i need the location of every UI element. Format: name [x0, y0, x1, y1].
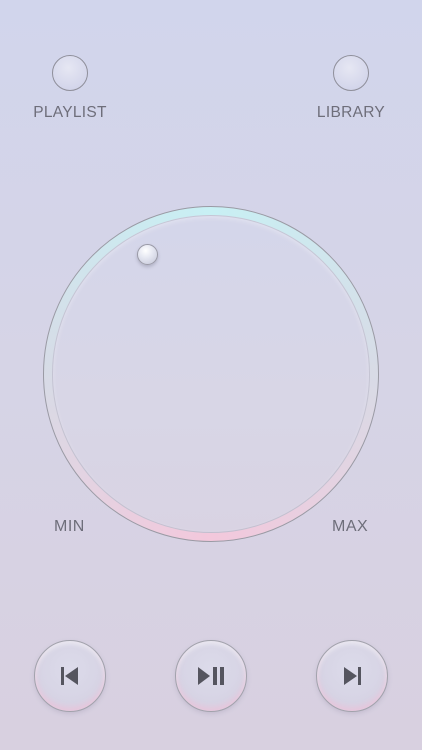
play-pause-button[interactable] — [175, 640, 247, 712]
dial-min-label: MIN — [54, 518, 85, 535]
skip-next-icon — [344, 667, 361, 685]
library-button[interactable] — [333, 55, 369, 91]
playlist-label: PLAYLIST — [33, 104, 107, 121]
dial-indicator-handle[interactable] — [137, 244, 158, 265]
dial-face — [52, 215, 370, 533]
volume-dial[interactable] — [43, 206, 379, 542]
skip-previous-icon — [61, 667, 78, 685]
library-label: LIBRARY — [316, 104, 386, 121]
dial-max-label: MAX — [332, 518, 369, 535]
play-pause-icon — [198, 667, 224, 685]
next-button[interactable] — [316, 640, 388, 712]
previous-button[interactable] — [34, 640, 106, 712]
playlist-button[interactable] — [52, 55, 88, 91]
